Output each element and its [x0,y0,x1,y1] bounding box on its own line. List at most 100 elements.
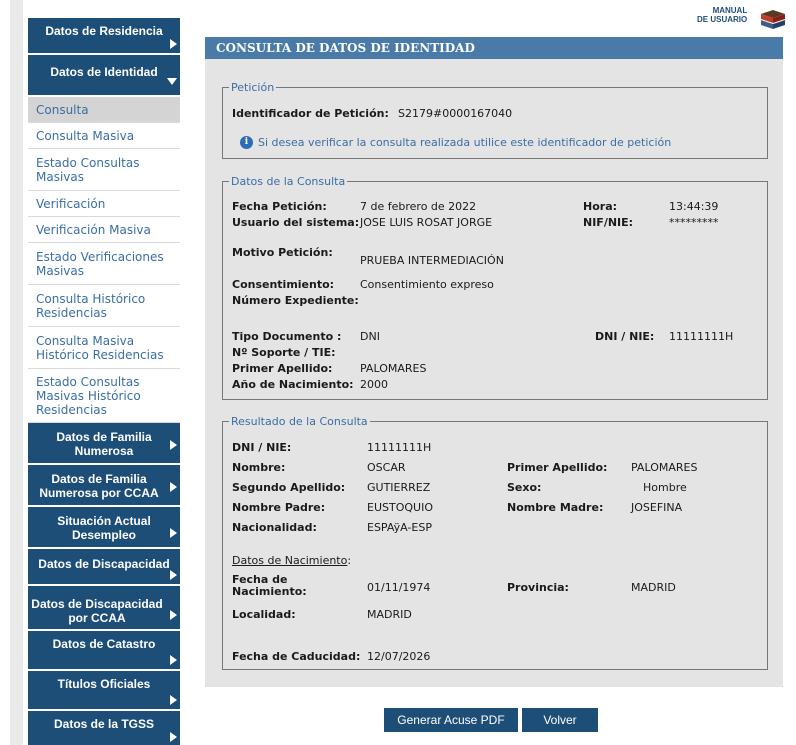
consulta-legend: Datos de la Consulta [231,175,346,188]
sidebar-item-identidad[interactable]: Datos de Identidad [28,55,180,97]
main-panel: CONSULTA DE DATOS DE IDENTIDAD Petición … [205,37,783,687]
res-localidad-label: Localidad: [232,608,296,621]
tipo-documento-label: Tipo Documento : [232,330,342,343]
sidebar-link-verificacion-masiva[interactable]: Verificación Masiva [28,217,180,243]
consentimiento-label: Consentimiento: [232,278,335,291]
usuario-label: Usuario del sistema: [232,216,360,229]
res-provincia-value: MADRID [631,581,676,594]
res-segundo-apellido-label: Segundo Apellido: [232,481,346,494]
res-fecha-nac-value: 01/11/1974 [367,581,431,594]
expediente-label: Número Expediente: [232,294,359,307]
hora-value: 13:44:39 [669,200,719,213]
nif-value: ********* [669,216,719,229]
sidebar-link-label: Consulta Masiva Histórico Residencias [36,333,164,362]
sidebar-link-consulta-masiva[interactable]: Consulta Masiva [28,123,180,149]
sidebar-item-residencia[interactable]: Datos de Residencia [28,18,180,55]
book-icon[interactable] [758,6,788,32]
manual-line2: DE USUARIO [697,15,748,24]
anio-nacimiento-label: Año de Nacimiento: [232,378,354,391]
page: Datos de Residencia Datos de Identidad C… [0,0,796,745]
consulta-fieldset: Datos de la Consulta Fecha Petición: 7 d… [222,175,768,400]
sidebar-item-label: Datos de Catastro [52,637,156,651]
resultado-fieldset: Resultado de la Consulta DNI / NIE: 1111… [222,415,768,670]
res-padre-label: Nombre Padre: [232,501,326,514]
peticion-legend: Petición [231,81,275,94]
sidebar-link-estado-consultas-masivas[interactable]: Estado Consultas Masivas [28,149,180,191]
sidebar-item-label: Situación Actual Desempleo [57,514,151,542]
sidebar-link-consulta[interactable]: Consulta [28,97,180,123]
usuario-value: JOSE LUIS ROSAT JORGE [360,216,493,229]
arrow-down-icon [167,78,177,85]
arrow-right-icon [170,610,177,620]
dni-label: DNI / NIE: [595,330,655,343]
manual-link[interactable]: MANUAL DE USUARIO [697,6,747,24]
sidebar-link-consulta-masiva-historico[interactable]: Consulta Masiva Histórico Residencias [28,327,180,369]
volver-button[interactable]: Volver [522,708,598,732]
resultado-legend: Resultado de la Consulta [231,415,368,428]
info-icon: i [240,136,253,149]
res-nombre-label: Nombre: [232,461,286,474]
sidebar-link-label: Consulta Histórico Residencias [36,291,146,320]
sidebar-item-label: Datos de Discapacidad [38,557,170,571]
res-caducidad-value: 12/07/2026 [367,650,431,663]
fecha-peticion-value: 7 de febrero de 2022 [360,200,477,213]
arrow-right-icon [170,695,177,705]
consentimiento-value: Consentimiento expreso [360,278,494,291]
sidebar-item-discapacidad-ccaa[interactable]: Datos de Discapacidad por CCAA [28,586,180,631]
datos-nacimiento-text: Datos de Nacimiento [232,554,348,567]
sidebar-link-verificacion[interactable]: Verificación [28,191,180,217]
sidebar-item-tgss[interactable]: Datos de la TGSS [28,711,180,745]
res-padre-value: EUSTOQUIO [367,501,433,514]
sidebar-link-label: Consulta [36,102,89,117]
sidebar-item-label: Datos de Familia Numerosa por CCAA [39,472,159,500]
sidebar-link-consulta-historico[interactable]: Consulta Histórico Residencias [28,285,180,327]
sidebar-item-label: Datos de Discapacidad por CCAA [31,597,163,625]
sidebar-item-catastro[interactable]: Datos de Catastro [28,631,180,671]
res-primer-apellido-label: Primer Apellido: [507,461,608,474]
primer-apellido-label: Primer Apellido: [232,362,333,375]
arrow-right-icon [170,570,177,580]
res-localidad-value: MADRID [367,608,412,621]
soporte-label: Nº Soporte / TIE: [232,346,336,359]
fecha-peticion-label: Fecha Petición: [232,200,327,213]
res-sexo-label: Sexo: [507,481,542,494]
sidebar-item-titulos[interactable]: Títulos Oficiales [28,671,180,711]
sidebar-link-estado-verificaciones-masivas[interactable]: Estado Verificaciones Masivas [28,243,180,285]
res-provincia-label: Provincia: [507,581,569,594]
datos-nacimiento-colon: : [347,554,352,567]
hora-label: Hora: [583,200,618,213]
sidebar-link-estado-consultas-masivas-historico[interactable]: Estado Consultas Masivas Histórico Resid… [28,369,180,423]
sidebar-link-label: Estado Verificaciones Masivas [36,249,164,278]
arrow-right-icon [170,482,177,492]
sidebar-item-label: Datos de Identidad [50,65,158,79]
arrow-right-icon [170,655,177,665]
res-madre-value: JOSEFINA [631,501,683,514]
sidebar-item-discapacidad[interactable]: Datos de Discapacidad [28,549,180,586]
arrow-right-icon [170,732,177,742]
res-fecha-nac-label-2: Nacimiento: [232,585,307,598]
sidebar-link-label: Verificación Masiva [36,222,151,237]
generar-acuse-pdf-button[interactable]: Generar Acuse PDF [384,708,518,732]
sidebar-link-label: Verificación [36,196,106,211]
motivo-value: PRUEBA INTERMEDIACIÓN [360,254,504,267]
res-sexo-value: Hombre [643,481,687,494]
motivo-label: Motivo Petición: [232,246,333,259]
res-primer-apellido-value: PALOMARES [631,461,698,474]
left-strip [10,0,23,745]
res-dni-label: DNI / NIE: [232,441,292,454]
sidebar-link-label: Consulta Masiva [36,128,135,143]
sidebar-item-familia-numerosa[interactable]: Datos de Familia Numerosa [28,423,180,465]
res-nacionalidad-value: ESPAÿA-ESP [367,521,432,534]
tipo-documento-value: DNI [360,330,380,343]
datos-nacimiento-heading: Datos de Nacimiento: [232,554,351,567]
page-title: CONSULTA DE DATOS DE IDENTIDAD [205,37,783,59]
id-peticion-label: Identificador de Petición: [232,107,389,120]
manual-line1: MANUAL [712,6,748,15]
sidebar-item-familia-numerosa-ccaa[interactable]: Datos de Familia Numerosa por CCAA [28,465,180,507]
sidebar-item-desempleo[interactable]: Situación Actual Desempleo [28,507,180,549]
res-segundo-apellido-value: GUTIERREZ [367,481,431,494]
res-nombre-value: OSCAR [367,461,406,474]
info-text: Si desea verificar la consulta realizada… [258,136,672,149]
sidebar-item-label: Títulos Oficiales [57,677,151,691]
sidebar-item-label: Datos de Familia Numerosa [56,430,152,458]
